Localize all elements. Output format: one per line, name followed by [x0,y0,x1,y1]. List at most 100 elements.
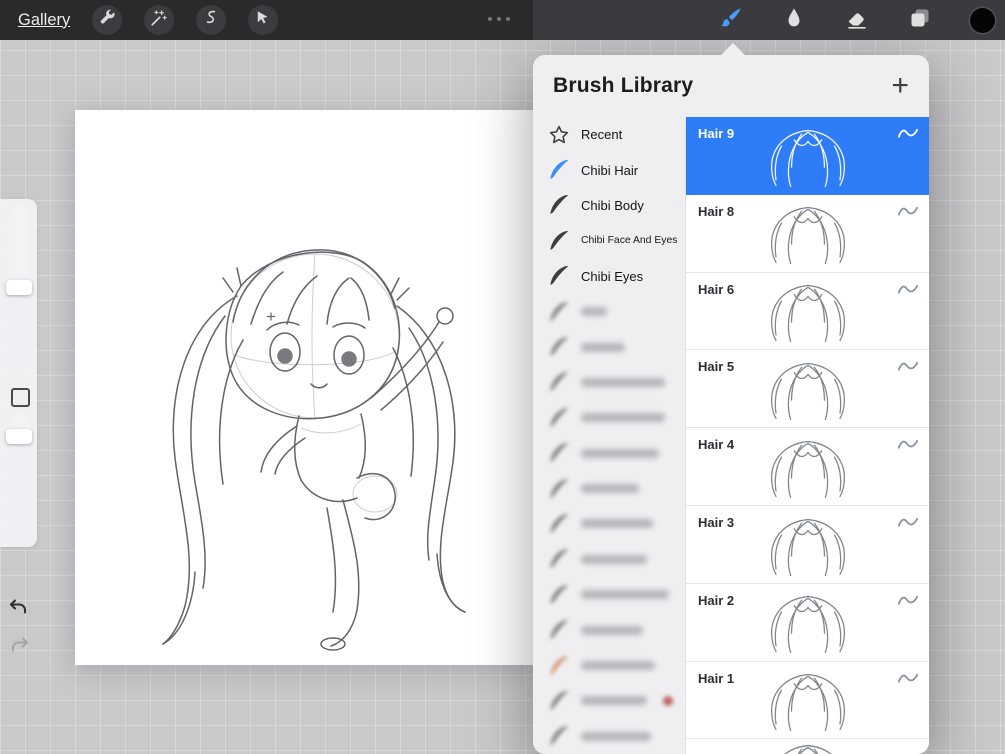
brush-stroke-icon [548,230,570,252]
brush-stroke-icon [548,336,570,358]
add-brush-button[interactable]: + [891,71,909,101]
brush-set-blurred[interactable] [533,577,685,612]
brush-stroke-icon [548,442,570,464]
brush-library-body: Recent Chibi Hair Chibi Body Chibi Face … [533,117,929,754]
brush-row-hair-9[interactable]: Hair 9 [686,117,929,195]
brush-set-blurred[interactable] [533,329,685,364]
brush-row-hair-4[interactable]: Hair 4 [686,428,929,506]
brush-stroke-icon [548,725,570,747]
selection-button[interactable] [196,5,227,35]
brush-set-blurred[interactable] [533,471,685,506]
brush-set-blurred[interactable] [533,612,685,647]
stroke-preview-icon [897,359,919,373]
brush-stroke-icon [548,513,570,535]
brush-set-blurred[interactable] [533,683,685,718]
selection-s-icon [202,9,220,32]
color-swatch[interactable] [970,7,995,33]
more-options-icon[interactable] [488,17,510,21]
brush-set-chibi-hair[interactable]: Chibi Hair [533,152,685,187]
brush-set-blurred[interactable] [533,506,685,541]
layers-icon [908,6,932,35]
wrench-icon [98,9,116,32]
brush-set-chibi-face-and-eyes[interactable]: Chibi Face And Eyes [533,223,685,258]
brush-artwork [724,741,892,754]
brush-row-partial[interactable] [686,739,929,754]
actions-button[interactable] [92,5,123,35]
stroke-preview-icon [897,126,919,140]
redo-button[interactable] [7,634,31,658]
drawing-canvas[interactable] [75,110,535,665]
brush-artwork [724,515,892,579]
brush-set-list: Recent Chibi Hair Chibi Body Chibi Face … [533,117,685,754]
eraser-icon [845,6,869,35]
brush-set-blurred[interactable] [533,719,685,754]
paintbrush-icon [719,6,743,35]
chibi-sketch [75,249,535,669]
smudge-tool-button[interactable] [781,7,807,33]
modify-button[interactable] [11,388,30,407]
erase-tool-button[interactable] [844,7,870,33]
brush-row-hair-2[interactable]: Hair 2 [686,583,929,662]
custom-set-thumbnail-icon [548,655,570,677]
brush-set-blurred[interactable] [533,400,685,435]
brush-size-handle[interactable] [6,280,32,295]
transform-button[interactable] [248,5,279,35]
brush-set-chibi-body[interactable]: Chibi Body [533,188,685,223]
smudge-icon [782,6,806,35]
stroke-preview-icon [897,437,919,451]
brush-set-blurred[interactable] [533,542,685,577]
brush-stroke-icon [548,478,570,500]
brush-artwork [724,437,892,501]
procreate-app: Gallery Brush Library + Recent Chibi Hai… [0,0,1005,754]
brush-set-blurred[interactable] [533,436,685,471]
stroke-preview-icon [897,204,919,218]
brush-set-chibi-eyes[interactable]: Chibi Eyes [533,259,685,294]
gallery-link[interactable]: Gallery [18,11,70,30]
brush-artwork [724,592,892,656]
undo-icon [7,599,31,624]
opacity-handle[interactable] [6,429,32,444]
brush-artwork [724,359,892,423]
set-label: Chibi Face And Eyes [581,235,678,247]
brush-row-hair-3[interactable]: Hair 3 [686,505,929,584]
adjustments-button[interactable] [144,5,175,35]
brush-row-hair-1[interactable]: Hair 1 [686,661,929,740]
popup-notch [721,43,745,55]
brush-stroke-icon [548,407,570,429]
brush-library-header: Brush Library + [533,55,929,117]
brush-list: Hair 9 Hair 8 Hair 6 Hair 5 Hair 4 Hair … [685,117,929,754]
brush-stroke-icon [548,371,570,393]
brush-row-hair-6[interactable]: Hair 6 [686,272,929,351]
magic-wand-icon [150,9,168,32]
toolbar-left-group: Gallery [0,0,279,40]
paint-tool-button[interactable] [718,7,744,33]
stroke-preview-icon [897,515,919,529]
brush-set-blurred[interactable] [533,648,685,683]
brush-stroke-icon [548,690,570,712]
top-toolbar: Gallery [0,0,1005,40]
brush-library-title: Brush Library [553,74,694,97]
brush-artwork [724,670,892,734]
undo-button[interactable] [7,596,31,620]
star-icon [548,124,570,146]
tool-sidebar [0,199,37,547]
red-badge [663,695,673,706]
brush-set-blurred[interactable] [533,294,685,329]
brush-stroke-icon [548,584,570,606]
brush-artwork [724,203,892,267]
brush-set-blurred[interactable] [533,365,685,400]
brush-stroke-icon [548,619,570,641]
brush-artwork [724,281,892,345]
brush-row-hair-5[interactable]: Hair 5 [686,350,929,429]
brush-stroke-icon [548,159,570,181]
brush-stroke-icon [548,265,570,287]
layers-button[interactable] [907,7,933,33]
toolbar-right-group [718,0,1005,40]
brush-stroke-icon [548,194,570,216]
brush-library-panel: Brush Library + Recent Chibi Hair Chibi … [533,55,929,754]
transform-arrow-icon [254,9,272,32]
stroke-preview-icon [897,671,919,685]
brush-row-hair-8[interactable]: Hair 8 [686,194,929,273]
brush-set-recent[interactable]: Recent [533,117,685,152]
set-label: Chibi Eyes [581,268,644,284]
